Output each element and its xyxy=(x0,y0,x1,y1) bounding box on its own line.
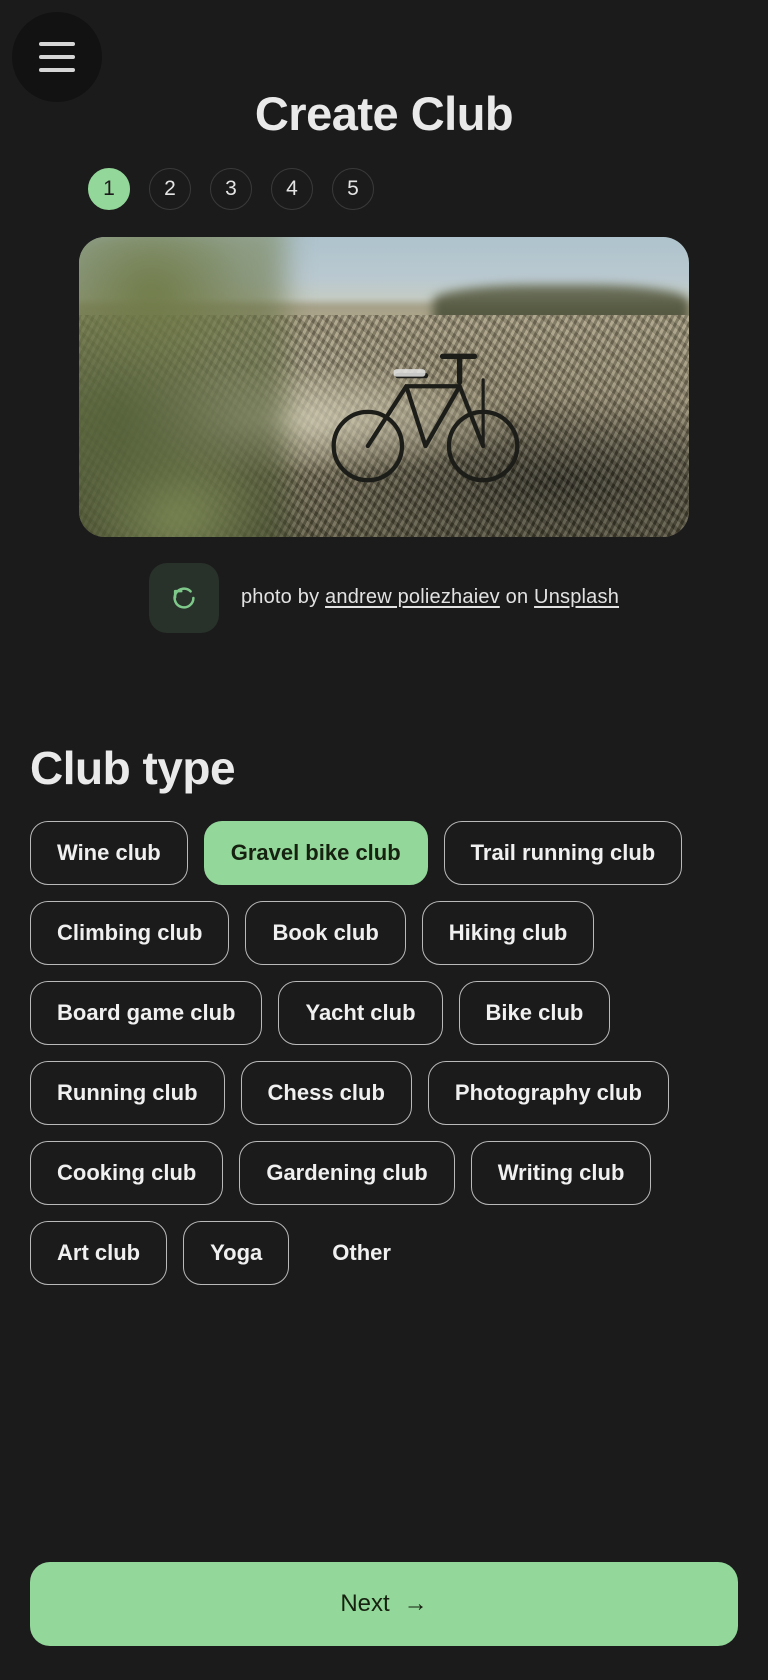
refresh-photo-button[interactable] xyxy=(148,562,219,633)
club-type-option-hiking-club[interactable]: Hiking club xyxy=(421,900,595,965)
club-type-option-yacht-club[interactable]: Yacht club xyxy=(278,980,443,1045)
club-type-heading: Club type xyxy=(30,741,236,794)
step-indicator: 1 2 3 4 5 xyxy=(0,167,768,210)
photo-credit-row: photo by andrew poliezhaiev on Unsplash xyxy=(0,562,768,633)
club-type-option-chess-club[interactable]: Chess club xyxy=(240,1060,412,1125)
club-type-option-art-club[interactable]: Art club xyxy=(30,1220,168,1285)
club-type-option-other[interactable]: Other xyxy=(305,1221,418,1285)
hamburger-menu-icon-bar-1 xyxy=(39,42,75,46)
club-type-option-board-game-club[interactable]: Board game club xyxy=(30,980,263,1045)
create-club-screen: Create Club 1 2 3 4 5 photo by andrew po… xyxy=(0,0,768,1680)
club-type-option-bike-club[interactable]: Bike club xyxy=(458,980,611,1045)
step-3[interactable]: 3 xyxy=(210,167,252,210)
next-button[interactable]: Next → xyxy=(30,1562,738,1646)
club-type-option-writing-club[interactable]: Writing club xyxy=(470,1140,652,1205)
step-5[interactable]: 5 xyxy=(332,167,374,210)
step-2[interactable]: 2 xyxy=(149,167,191,210)
club-cover-image xyxy=(79,236,689,537)
credit-prefix: photo by xyxy=(240,586,326,609)
foreground-foliage-blur xyxy=(79,236,287,537)
credit-author-link[interactable]: andrew poliezhaiev xyxy=(325,586,500,608)
club-type-option-gardening-club[interactable]: Gardening club xyxy=(239,1140,455,1205)
next-button-label: Next xyxy=(340,1590,390,1617)
hamburger-menu-icon-bar-2 xyxy=(39,55,75,59)
club-type-option-photography-club[interactable]: Photography club xyxy=(427,1060,669,1125)
club-type-option-wine-club[interactable]: Wine club xyxy=(30,820,188,885)
club-type-options: Wine club Gravel bike club Trail running… xyxy=(0,795,768,1285)
hamburger-menu-button[interactable] xyxy=(12,12,102,102)
credit-source-link[interactable]: Unsplash xyxy=(534,586,619,608)
page-title: Create Club xyxy=(254,87,514,140)
refresh-counterclockwise-icon xyxy=(173,587,195,609)
club-type-option-gravel-bike-club[interactable]: Gravel bike club xyxy=(203,820,428,885)
club-type-option-yoga[interactable]: Yoga xyxy=(183,1220,290,1285)
arrow-right-icon: → xyxy=(403,1590,428,1617)
step-4[interactable]: 4 xyxy=(271,167,313,210)
club-type-option-climbing-club[interactable]: Climbing club xyxy=(30,900,230,965)
club-type-option-cooking-club[interactable]: Cooking club xyxy=(30,1140,224,1205)
hamburger-menu-icon-bar-3 xyxy=(39,68,75,72)
credit-middle: on xyxy=(499,586,535,609)
club-type-option-trail-running-club[interactable]: Trail running club xyxy=(443,820,683,885)
step-1[interactable]: 1 xyxy=(88,167,130,210)
club-type-option-book-club[interactable]: Book club xyxy=(245,900,406,965)
photo-credit-text: photo by andrew poliezhaiev on Unsplash xyxy=(241,586,619,609)
cover-photo xyxy=(79,236,689,537)
bicycle-silhouette-icon xyxy=(331,353,520,483)
club-type-option-running-club[interactable]: Running club xyxy=(30,1060,225,1125)
